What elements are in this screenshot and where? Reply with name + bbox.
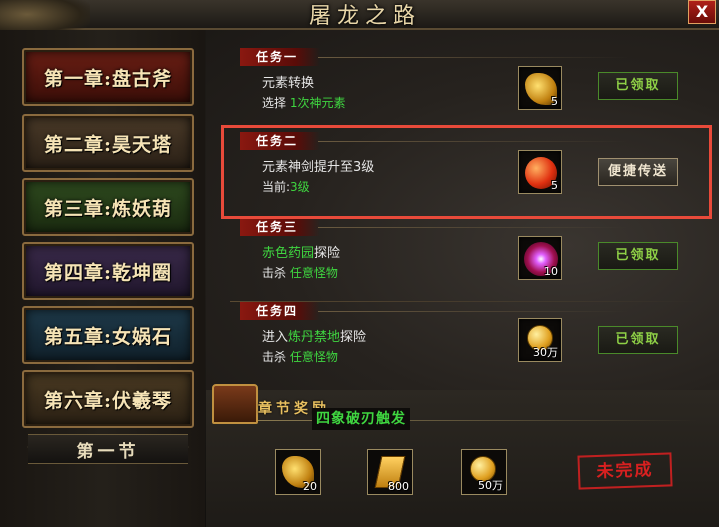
chapter-tab-1[interactable]: 第一章:盘古斧	[22, 48, 194, 106]
task-reward-slot[interactable]: 5	[518, 66, 562, 110]
task-divider	[318, 311, 628, 312]
highlight-box	[221, 125, 712, 219]
task-separator	[230, 301, 700, 302]
task-description: 元素转换	[262, 72, 314, 91]
task-desc-text: 进入	[262, 330, 289, 345]
incomplete-status-stamp: 未完成	[577, 452, 673, 490]
task-description: 进入炼丹禁地探险	[262, 326, 366, 345]
task-row-1: 任务一 元素转换 选择 1次神元素 5 已领取	[210, 48, 710, 132]
task-tag: 任务四	[240, 302, 320, 320]
window-title: 屠龙之路	[308, 4, 421, 29]
task-desc-text: 元素转换	[262, 76, 315, 91]
chapter-tab-3[interactable]: 第三章:炼妖葫	[22, 178, 194, 236]
chapter-tab-4[interactable]: 第四章:乾坤圈	[22, 242, 194, 300]
chapter-tab-2[interactable]: 第二章:昊天塔	[22, 114, 194, 172]
chapter-reward-slot-2[interactable]: 800	[367, 449, 413, 495]
task-condition-label: 击杀	[262, 266, 287, 280]
claimed-button[interactable]: 已领取	[598, 326, 678, 354]
close-button[interactable]: X	[688, 0, 716, 24]
task-desc-location: 赤色药园	[262, 246, 315, 261]
task-condition: 选择 1次神元素	[262, 94, 345, 111]
claimed-button[interactable]: 已领取	[598, 72, 678, 100]
task-divider	[318, 227, 628, 228]
reward-count: 30万	[533, 346, 558, 359]
reward-count: 10	[544, 265, 558, 278]
reward-count: 5	[551, 95, 558, 108]
reward-count: 50万	[478, 479, 503, 492]
chapter-tab-6[interactable]: 第六章:伏羲琴	[22, 370, 194, 428]
chapter-reward-slot-3[interactable]: 50万	[461, 449, 507, 495]
task-reward-slot[interactable]: 10	[518, 236, 562, 280]
task-condition-value: 1次神元素	[289, 96, 346, 110]
chapter-reward-slot-1[interactable]: 20	[275, 449, 321, 495]
task-desc-text: 探险	[340, 330, 367, 345]
task-condition-value: 任意怪物	[289, 266, 338, 280]
section-label[interactable]: 第一节	[28, 434, 188, 464]
task-tag: 任务一	[240, 48, 320, 66]
task-description: 赤色药园探险	[262, 242, 340, 261]
task-divider	[318, 57, 628, 58]
task-desc-text: 探险	[314, 246, 341, 261]
chapter-tab-5[interactable]: 第五章:女娲石	[22, 306, 194, 364]
task-row-3: 任务三 赤色药园探险 击杀 任意怪物 10 已领取	[210, 218, 710, 302]
task-condition: 击杀 任意怪物	[262, 264, 338, 281]
reward-count: 800	[388, 480, 409, 493]
treasure-chest-icon	[212, 384, 258, 424]
task-condition-value: 任意怪物	[289, 350, 338, 364]
task-desc-location: 炼丹禁地	[288, 330, 341, 345]
task-tag: 任务三	[240, 218, 320, 236]
reward-count: 20	[303, 480, 317, 493]
task-row-4: 任务四 进入炼丹禁地探险 击杀 任意怪物 30万 已领取	[210, 302, 710, 386]
task-condition: 击杀 任意怪物	[262, 348, 338, 365]
reward-item-name: 四象破刃触发	[312, 408, 410, 430]
task-condition-label: 击杀	[262, 350, 287, 364]
task-reward-slot[interactable]: 30万	[518, 318, 562, 362]
task-condition-label: 选择	[262, 96, 287, 110]
claimed-button[interactable]: 已领取	[598, 242, 678, 270]
